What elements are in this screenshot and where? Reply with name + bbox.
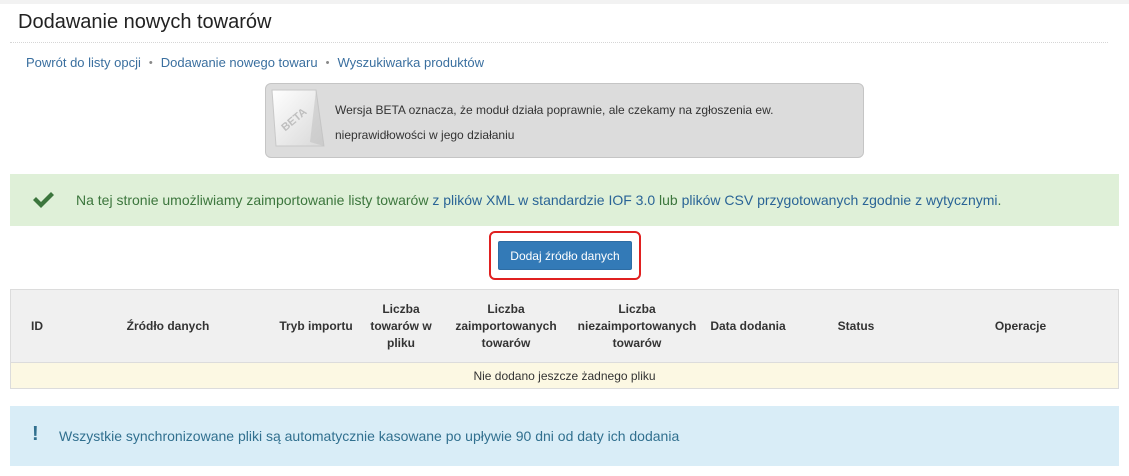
col-date: Data dodania (710, 318, 786, 333)
col-source: Źródło danych (126, 318, 210, 333)
beta-badge-icon: BETA (271, 89, 325, 147)
title-divider (10, 42, 1108, 43)
success-alert: Na tej stronie umożliwiamy zaimportowani… (10, 174, 1119, 226)
beta-notice-text: Wersja BETA oznacza, że moduł działa pop… (335, 103, 774, 142)
col-operations: Operacje (994, 318, 1047, 333)
top-bar (0, 0, 1129, 4)
col-id: ID (31, 318, 43, 333)
beta-notice: BETA Wersja BETA oznacza, że moduł dział… (265, 83, 864, 158)
add-data-source-button[interactable]: Dodaj źródło danych (498, 241, 632, 270)
success-alert-text: Na tej stronie umożliwiamy zaimportowani… (76, 192, 1001, 208)
check-icon (33, 192, 54, 208)
col-mode: Tryb importu (279, 318, 353, 333)
table-empty-row: Nie dodano jeszcze żadnego pliku (11, 363, 1118, 388)
xml-iof-link[interactable]: z plików XML w standardzie IOF 3.0 (432, 192, 655, 208)
table-header: ID Źródło danych Tryb importu Liczba tow… (11, 290, 1118, 363)
success-alert-text-start: Na tej stronie umożliwiamy zaimportowani… (76, 192, 433, 208)
page-title: Dodawanie nowych towarów (18, 11, 272, 33)
info-alert: ! Wszystkie synchronizowane pliki są aut… (10, 406, 1119, 466)
breadcrumb-separator: • (325, 56, 330, 69)
sources-table: ID Źródło danych Tryb importu Liczba tow… (10, 289, 1119, 389)
col-count-imported: Liczba zaimportowanych towarów (455, 301, 557, 350)
col-status: Status (837, 318, 875, 333)
info-alert-text: Wszystkie synchronizowane pliki są autom… (59, 428, 680, 444)
exclamation-icon: ! (32, 423, 39, 445)
success-alert-text-middle: lub (655, 192, 682, 208)
col-count-not-imported: Liczba niezaimportowanych towarów (577, 301, 697, 350)
breadcrumb: Powrót do listy opcji • Dodawanie nowego… (26, 55, 484, 70)
breadcrumb-separator: • (148, 56, 153, 69)
breadcrumb-product-search[interactable]: Wyszukiwarka produktów (337, 55, 484, 70)
breadcrumb-back-to-options[interactable]: Powrót do listy opcji (26, 55, 141, 70)
col-count-file: Liczba towarów w pliku (370, 301, 432, 350)
csv-guidelines-link[interactable]: plików CSV przygotowanych zgodnie z wyty… (682, 192, 998, 208)
breadcrumb-add-product[interactable]: Dodawanie nowego towaru (161, 55, 318, 70)
success-alert-text-end: . (997, 192, 1002, 208)
